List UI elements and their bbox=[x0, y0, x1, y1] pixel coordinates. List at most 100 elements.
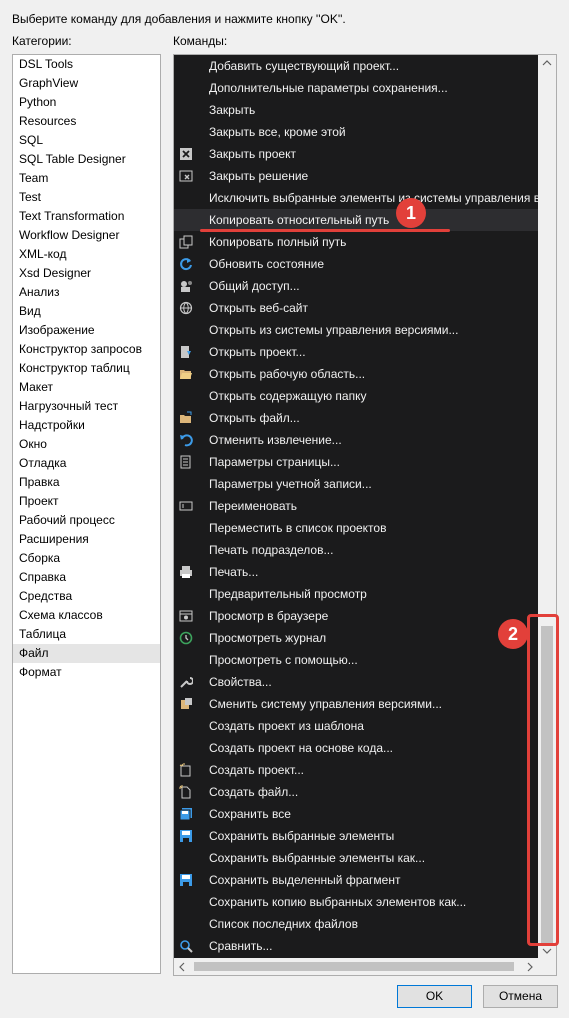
category-item[interactable]: Рабочий процесс bbox=[13, 511, 160, 530]
command-item[interactable]: Создать файл... bbox=[174, 781, 538, 803]
command-label: Дополнительные параметры сохранения... bbox=[209, 81, 448, 95]
command-item[interactable]: Закрыть проект bbox=[174, 143, 538, 165]
category-item[interactable]: Изображение bbox=[13, 321, 160, 340]
category-item[interactable]: Средства bbox=[13, 587, 160, 606]
command-item[interactable]: Копировать относительный путь bbox=[174, 209, 538, 231]
category-item[interactable]: Team bbox=[13, 169, 160, 188]
category-item[interactable]: DSL Tools bbox=[13, 55, 160, 74]
command-item[interactable]: Открыть веб-сайт bbox=[174, 297, 538, 319]
command-item[interactable]: Отменить извлечение... bbox=[174, 429, 538, 451]
cancel-button[interactable]: Отмена bbox=[483, 985, 558, 1008]
category-item[interactable]: Нагрузочный тест bbox=[13, 397, 160, 416]
category-item[interactable]: Надстройки bbox=[13, 416, 160, 435]
command-item[interactable]: Открыть рабочую область... bbox=[174, 363, 538, 385]
command-item[interactable]: Переименовать bbox=[174, 495, 538, 517]
scroll-right-button[interactable] bbox=[521, 958, 538, 975]
command-item[interactable]: Открыть из системы управления версиями..… bbox=[174, 319, 538, 341]
command-label: Отменить извлечение... bbox=[209, 433, 342, 447]
ok-button[interactable]: OK bbox=[397, 985, 472, 1008]
command-item[interactable]: Копировать полный путь bbox=[174, 231, 538, 253]
category-item[interactable]: Справка bbox=[13, 568, 160, 587]
category-item[interactable]: Workflow Designer bbox=[13, 226, 160, 245]
command-label: Свойства... bbox=[209, 675, 272, 689]
command-label: Создать проект на основе кода... bbox=[209, 741, 394, 755]
command-item[interactable]: Создать проект из шаблона bbox=[174, 715, 538, 737]
category-item[interactable]: XML-код bbox=[13, 245, 160, 264]
category-item[interactable]: Отладка bbox=[13, 454, 160, 473]
command-item[interactable]: Параметры страницы... bbox=[174, 451, 538, 473]
command-item[interactable]: Переместить в список проектов bbox=[174, 517, 538, 539]
category-item[interactable]: Text Transformation bbox=[13, 207, 160, 226]
command-item[interactable]: Список последних файлов bbox=[174, 913, 538, 935]
command-item[interactable]: Исключить выбранные элементы из системы … bbox=[174, 187, 538, 209]
category-item[interactable]: Правка bbox=[13, 473, 160, 492]
annotation-badge-1: 1 bbox=[396, 198, 426, 228]
commands-label: Команды: bbox=[173, 34, 228, 48]
scroll-up-button[interactable] bbox=[538, 55, 556, 72]
category-item[interactable]: GraphView bbox=[13, 74, 160, 93]
command-item[interactable]: Создать проект на основе кода... bbox=[174, 737, 538, 759]
command-item[interactable]: Просмотреть журнал bbox=[174, 627, 538, 649]
command-item[interactable]: Сохранить копию выбранных элементов как.… bbox=[174, 891, 538, 913]
category-item[interactable]: Test bbox=[13, 188, 160, 207]
command-label: Сменить систему управления версиями... bbox=[209, 697, 442, 711]
command-item[interactable]: Предварительный просмотр bbox=[174, 583, 538, 605]
scroll-left-button[interactable] bbox=[174, 958, 191, 975]
commands-listbox[interactable]: Добавить существующий проект... Дополните… bbox=[173, 54, 557, 976]
category-item[interactable]: Таблица bbox=[13, 625, 160, 644]
command-label: Просмотр в браузере bbox=[209, 609, 329, 623]
commands-list[interactable]: Добавить существующий проект... Дополните… bbox=[174, 55, 538, 959]
command-item[interactable]: Закрыть bbox=[174, 99, 538, 121]
command-item[interactable]: Сохранить выбранные элементы bbox=[174, 825, 538, 847]
instruction-text: Выберите команду для добавления и нажмит… bbox=[12, 12, 346, 26]
category-item[interactable]: Анализ bbox=[13, 283, 160, 302]
command-item[interactable]: Печать подразделов... bbox=[174, 539, 538, 561]
command-label: Печать подразделов... bbox=[209, 543, 334, 557]
command-item[interactable]: Сравнить... bbox=[174, 935, 538, 957]
category-item[interactable]: Расширения bbox=[13, 530, 160, 549]
horizontal-scroll-thumb[interactable] bbox=[194, 962, 514, 971]
category-item[interactable]: Python bbox=[13, 93, 160, 112]
scrollbar-corner bbox=[538, 958, 556, 975]
category-item[interactable]: Сборка bbox=[13, 549, 160, 568]
command-item[interactable]: Открыть файл... bbox=[174, 407, 538, 429]
command-item[interactable]: Печать... bbox=[174, 561, 538, 583]
command-item[interactable]: Дополнительные параметры сохранения... bbox=[174, 77, 538, 99]
category-item[interactable]: SQL Table Designer bbox=[13, 150, 160, 169]
command-item[interactable]: Обновить состояние bbox=[174, 253, 538, 275]
category-item[interactable]: Формат bbox=[13, 663, 160, 682]
command-item[interactable]: Параметры учетной записи... bbox=[174, 473, 538, 495]
command-item[interactable]: Общий доступ... bbox=[174, 275, 538, 297]
category-item[interactable]: Конструктор таблиц bbox=[13, 359, 160, 378]
close-solution-icon bbox=[179, 169, 193, 183]
category-item[interactable]: Вид bbox=[13, 302, 160, 321]
command-item[interactable]: Открыть проект... bbox=[174, 341, 538, 363]
horizontal-scrollbar[interactable] bbox=[174, 958, 538, 975]
category-item[interactable]: Файл bbox=[13, 644, 160, 663]
category-item[interactable]: Окно bbox=[13, 435, 160, 454]
command-item[interactable]: Просмотр в браузере bbox=[174, 605, 538, 627]
command-label: Создать проект из шаблона bbox=[209, 719, 364, 733]
command-item[interactable]: Сохранить все bbox=[174, 803, 538, 825]
category-item[interactable]: Resources bbox=[13, 112, 160, 131]
command-item[interactable]: Добавить существующий проект... bbox=[174, 55, 538, 77]
category-item[interactable]: SQL bbox=[13, 131, 160, 150]
command-item[interactable]: Сохранить выделенный фрагмент bbox=[174, 869, 538, 891]
category-item[interactable]: Xsd Designer bbox=[13, 264, 160, 283]
command-label: Копировать относительный путь bbox=[209, 213, 390, 227]
category-item[interactable]: Проект bbox=[13, 492, 160, 511]
command-label: Список последних файлов bbox=[209, 917, 358, 931]
command-item[interactable]: Создать проект... bbox=[174, 759, 538, 781]
command-item[interactable]: Открыть содержащую папку bbox=[174, 385, 538, 407]
command-item[interactable]: Закрыть все, кроме этой bbox=[174, 121, 538, 143]
category-item[interactable]: Схема классов bbox=[13, 606, 160, 625]
category-item[interactable]: Конструктор запросов bbox=[13, 340, 160, 359]
command-item[interactable]: Просмотреть с помощью... bbox=[174, 649, 538, 671]
command-item[interactable]: Свойства... bbox=[174, 671, 538, 693]
command-item[interactable]: Сменить систему управления версиями... bbox=[174, 693, 538, 715]
category-item[interactable]: Макет bbox=[13, 378, 160, 397]
command-item[interactable]: Сохранить выбранные элементы как... bbox=[174, 847, 538, 869]
categories-list[interactable]: DSL Tools GraphView Python Resources SQL SQL … bbox=[12, 54, 161, 974]
annotation-badge-2: 2 bbox=[498, 619, 528, 649]
command-item[interactable]: Закрыть решение bbox=[174, 165, 538, 187]
